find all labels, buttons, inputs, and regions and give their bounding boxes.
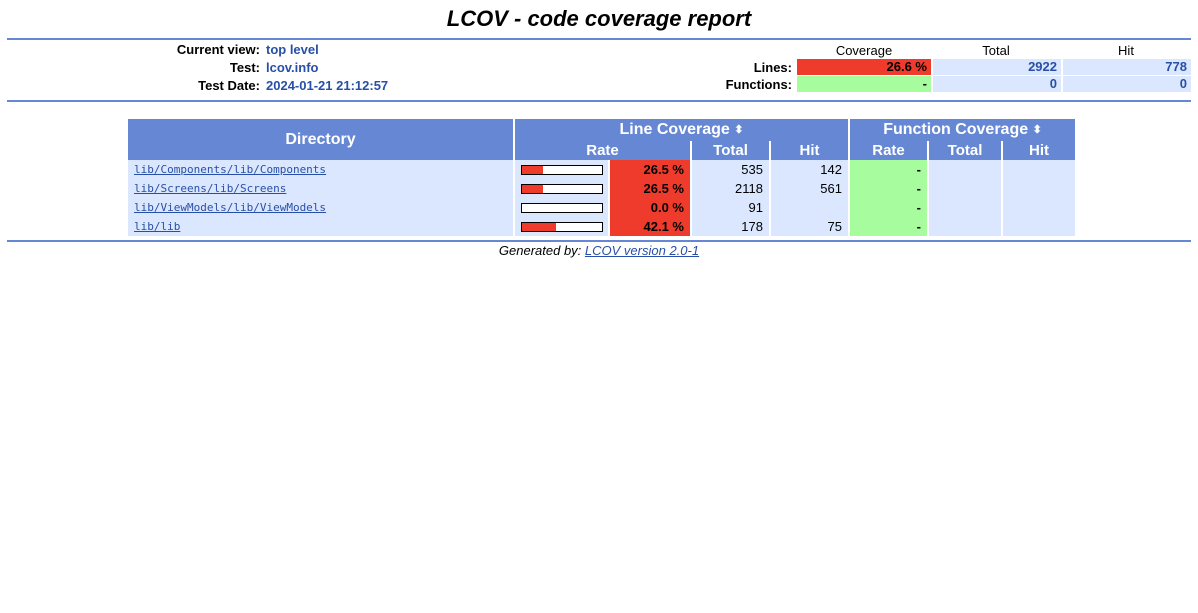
footer-rule (7, 240, 1191, 242)
directory-cell: lib/ViewModels/lib/ViewModels (128, 198, 513, 217)
footer-prefix: Generated by: (498, 243, 582, 258)
function-hit-header: Hit (1003, 141, 1075, 160)
line-total-cell: 91 (692, 198, 769, 217)
function-hit-cell (1003, 179, 1075, 198)
coverage-bar (521, 202, 603, 213)
table-row: lib/Components/lib/Components 26.5 % 535 14… (128, 160, 1075, 179)
function-rate-header: Rate (850, 141, 927, 160)
directory-link[interactable]: lib/lib (134, 220, 180, 233)
functions-total: 0 (933, 76, 1061, 92)
line-hit-cell: 561 (771, 179, 848, 198)
function-hit-cell (1003, 217, 1075, 236)
directory-link[interactable]: lib/Screens/lib/Screens (134, 182, 286, 195)
directory-cell: lib/Components/lib/Components (128, 160, 513, 179)
coverage-bar-fill (522, 165, 544, 174)
lines-hit: 778 (1063, 59, 1191, 75)
coverage-bar-fill (522, 222, 556, 231)
line-rate-cell: 26.5 % (610, 160, 690, 179)
function-hit-cell (1003, 198, 1075, 217)
directory-link[interactable]: lib/ViewModels/lib/ViewModels (134, 201, 326, 214)
hit-col-header: Hit (1118, 43, 1134, 58)
coverage-bar (521, 164, 603, 175)
test-label: Test: (229, 60, 260, 75)
lines-total: 2922 (933, 59, 1061, 75)
coverage-col-header: Coverage (835, 43, 893, 58)
table-row: lib/ViewModels/lib/ViewModels 0.0 % 91 - (128, 198, 1075, 217)
sort-icon[interactable]: ⬍ (734, 124, 743, 135)
sort-icon[interactable]: ⬍ (1033, 124, 1042, 135)
function-coverage-label: Function Coverage (883, 121, 1029, 138)
line-rate-cell: 26.5 % (610, 179, 690, 198)
lines-coverage: 26.6 % (797, 59, 931, 75)
function-hit-cell (1003, 160, 1075, 179)
line-rate-cell: 42.1 % (610, 217, 690, 236)
line-total-cell: 178 (692, 217, 769, 236)
test-value: lcov.info (266, 60, 319, 75)
function-rate-cell: - (850, 217, 927, 236)
table-row: lib/Screens/lib/Screens 26.5 % 2118 561- (128, 179, 1075, 198)
page-title: LCOV - code coverage report (446, 6, 752, 31)
coverage-bar-cell (515, 160, 608, 179)
function-rate-cell: - (850, 179, 927, 198)
line-hit-cell: 142 (771, 160, 848, 179)
line-hit-cell (771, 198, 848, 217)
line-hit-cell: 75 (771, 217, 848, 236)
coverage-bar (521, 221, 603, 232)
function-total-cell (929, 160, 1001, 179)
lcov-version-link[interactable]: LCOV version 2.0-1 (585, 243, 699, 258)
functions-label: Functions: (725, 77, 792, 92)
directory-cell: lib/Screens/lib/Screens (128, 179, 513, 198)
coverage-bar-fill (522, 184, 544, 193)
footer: Generated by: LCOV version 2.0-1 (0, 243, 1198, 258)
function-total-cell (929, 217, 1001, 236)
line-coverage-header[interactable]: Line Coverage ⬍ (515, 119, 848, 141)
function-rate-cell: - (850, 198, 927, 217)
line-total-cell: 2118 (692, 179, 769, 198)
directory-link[interactable]: lib/Components/lib/Components (134, 163, 326, 176)
coverage-bar-cell (515, 217, 608, 236)
function-rate-cell: - (850, 160, 927, 179)
table-row: lib/lib 42.1 % 178 75- (128, 217, 1075, 236)
function-coverage-header[interactable]: Function Coverage ⬍ (850, 119, 1075, 141)
line-total-cell: 535 (692, 160, 769, 179)
lines-label: Lines: (753, 60, 792, 75)
current-view-label: Current view: (176, 42, 260, 57)
top-rule (7, 38, 1191, 40)
coverage-bar-cell (515, 179, 608, 198)
function-total-header: Total (929, 141, 1001, 160)
header-rule (7, 100, 1191, 102)
function-total-cell (929, 198, 1001, 217)
coverage-bar (521, 183, 603, 194)
line-total-header: Total (692, 141, 769, 160)
test-date-value: 2024-01-21 21:12:57 (266, 78, 389, 93)
line-hit-header: Hit (771, 141, 848, 160)
line-rate-cell: 0.0 % (610, 198, 690, 217)
current-view-value: top level (266, 42, 319, 57)
functions-coverage: - (797, 76, 931, 92)
function-total-cell (929, 179, 1001, 198)
test-date-label: Test Date: (198, 78, 260, 93)
directory-header: Directory (128, 119, 513, 160)
line-rate-header: Rate (515, 141, 690, 160)
directory-cell: lib/lib (128, 217, 513, 236)
coverage-bar-cell (515, 198, 608, 217)
total-col-header: Total (982, 43, 1010, 58)
directory-table: Directory Line Coverage ⬍ Function Cover… (126, 119, 1077, 236)
line-coverage-label: Line Coverage (619, 121, 730, 138)
functions-hit: 0 (1063, 76, 1191, 92)
